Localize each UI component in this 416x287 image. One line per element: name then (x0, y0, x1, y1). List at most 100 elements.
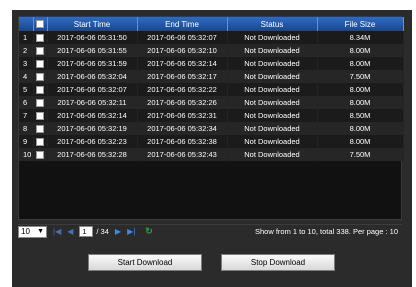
row-select-cell[interactable] (33, 109, 48, 122)
status-cell: Not Downloaded (227, 83, 318, 96)
page-size-select[interactable]: 10 ▼ (18, 225, 47, 238)
table-header-row: Start Time End Time Status File Size (19, 17, 404, 31)
status-cell: Not Downloaded (227, 122, 318, 135)
row-select-cell[interactable] (33, 135, 48, 148)
select-all-checkbox[interactable] (36, 20, 44, 29)
table-row[interactable]: 8 2017-06-06 05:32:19 2017-06-06 05:32:3… (19, 122, 404, 135)
column-header-end-time[interactable]: End Time (137, 17, 228, 31)
row-checkbox[interactable] (36, 125, 44, 133)
row-select-cell[interactable] (33, 122, 48, 135)
row-select-cell[interactable] (33, 148, 48, 161)
row-checkbox[interactable] (36, 138, 44, 146)
row-select-cell[interactable] (33, 31, 48, 44)
row-number: 9 (19, 135, 34, 148)
page-number-input[interactable]: 1 (79, 226, 94, 237)
file-size-cell: 7.50M (317, 70, 404, 83)
row-checkbox[interactable] (36, 60, 44, 68)
row-number: 2 (19, 44, 34, 57)
row-select-cell[interactable] (33, 96, 48, 109)
table-row[interactable]: 7 2017-06-06 05:32:14 2017-06-06 05:32:3… (19, 109, 404, 122)
table-row[interactable]: 3 2017-06-06 05:31:59 2017-06-06 05:32:1… (19, 57, 404, 70)
row-checkbox[interactable] (36, 151, 44, 159)
row-checkbox[interactable] (36, 99, 44, 107)
status-cell: Not Downloaded (227, 109, 318, 122)
start-time-cell: 2017-06-06 05:31:59 (47, 57, 138, 70)
row-select-cell[interactable] (33, 70, 48, 83)
row-checkbox[interactable] (36, 47, 44, 55)
row-checkbox[interactable] (36, 86, 44, 94)
column-header-file-size[interactable]: File Size (317, 17, 404, 31)
status-cell: Not Downloaded (227, 135, 318, 148)
end-time-cell: 2017-06-06 05:32:34 (137, 122, 228, 135)
next-page-icon[interactable]: ▶ (115, 227, 121, 236)
start-download-button[interactable]: Start Download (88, 254, 202, 271)
end-time-cell: 2017-06-06 05:32:22 (137, 83, 228, 96)
status-cell: Not Downloaded (227, 57, 318, 70)
paging-info-text: Show from 1 to 10, total 338. Per page :… (254, 227, 398, 236)
row-number: 5 (19, 83, 34, 96)
file-size-cell: 8.50M (317, 109, 404, 122)
end-time-cell: 2017-06-06 05:32:07 (137, 31, 228, 44)
row-number-header (19, 17, 34, 31)
status-cell: Not Downloaded (227, 44, 318, 57)
table-row[interactable]: 10 2017-06-06 05:32:28 2017-06-06 05:32:… (19, 148, 404, 161)
row-number: 1 (19, 31, 34, 44)
record-grid: Start Time End Time Status File Size 1 2… (18, 16, 404, 220)
row-number: 10 (19, 148, 34, 161)
refresh-icon[interactable]: ↻ (145, 226, 153, 237)
table-row[interactable]: 2 2017-06-06 05:31:55 2017-06-06 05:32:1… (19, 44, 404, 57)
end-time-cell: 2017-06-06 05:32:26 (137, 96, 228, 109)
table-row[interactable]: 9 2017-06-06 05:32:23 2017-06-06 05:32:3… (19, 135, 404, 148)
end-time-cell: 2017-06-06 05:32:14 (137, 57, 228, 70)
total-pages-label: / 34 (96, 227, 109, 236)
end-time-cell: 2017-06-06 05:32:31 (137, 109, 228, 122)
row-select-cell[interactable] (33, 44, 48, 57)
file-size-cell: 8.34M (317, 31, 404, 44)
row-number: 4 (19, 70, 34, 83)
start-time-cell: 2017-06-06 05:32:23 (47, 135, 138, 148)
file-size-cell: 8.00M (317, 57, 404, 70)
start-time-cell: 2017-06-06 05:32:14 (47, 109, 138, 122)
status-cell: Not Downloaded (227, 31, 318, 44)
row-checkbox[interactable] (36, 73, 44, 81)
status-cell: Not Downloaded (227, 70, 318, 83)
start-time-cell: 2017-06-06 05:32:04 (47, 70, 138, 83)
table-row[interactable]: 4 2017-06-06 05:32:04 2017-06-06 05:32:1… (19, 70, 404, 83)
file-size-cell: 8.00M (317, 96, 404, 109)
record-table: Start Time End Time Status File Size 1 2… (19, 17, 404, 161)
table-row[interactable]: 6 2017-06-06 05:32:11 2017-06-06 05:32:2… (19, 96, 404, 109)
row-select-cell[interactable] (33, 83, 48, 96)
row-number: 8 (19, 122, 34, 135)
download-panel: Start Time End Time Status File Size 1 2… (12, 10, 412, 287)
last-page-icon[interactable]: ▶| (127, 227, 135, 236)
column-header-status[interactable]: Status (227, 17, 318, 31)
start-time-cell: 2017-06-06 05:32:28 (47, 148, 138, 161)
stop-download-button[interactable]: Stop Download (221, 254, 335, 271)
start-time-cell: 2017-06-06 05:32:11 (47, 96, 138, 109)
page-size-value: 10 (21, 227, 30, 236)
pagination-bar: 10 ▼ |◀ ◀ 1 / 34 ▶ ▶| ↻ Show from 1 to 1… (18, 224, 402, 238)
status-cell: Not Downloaded (227, 148, 318, 161)
end-time-cell: 2017-06-06 05:32:17 (137, 70, 228, 83)
row-select-cell[interactable] (33, 57, 48, 70)
select-all-header[interactable] (33, 17, 48, 31)
column-header-start-time[interactable]: Start Time (47, 17, 138, 31)
previous-page-icon[interactable]: ◀ (67, 227, 73, 236)
status-cell: Not Downloaded (227, 96, 318, 109)
table-row[interactable]: 5 2017-06-06 05:32:07 2017-06-06 05:32:2… (19, 83, 404, 96)
row-number: 3 (19, 57, 34, 70)
table-row[interactable]: 1 2017-06-06 05:31:50 2017-06-06 05:32:0… (19, 31, 404, 44)
row-checkbox[interactable] (36, 34, 44, 42)
file-size-cell: 8.00M (317, 44, 404, 57)
start-time-cell: 2017-06-06 05:32:07 (47, 83, 138, 96)
end-time-cell: 2017-06-06 05:32:10 (137, 44, 228, 57)
file-size-cell: 7.50M (317, 148, 404, 161)
row-checkbox[interactable] (36, 112, 44, 120)
first-page-icon[interactable]: |◀ (53, 227, 61, 236)
start-time-cell: 2017-06-06 05:31:55 (47, 44, 138, 57)
start-time-cell: 2017-06-06 05:32:19 (47, 122, 138, 135)
file-size-cell: 8.00M (317, 135, 404, 148)
file-size-cell: 8.00M (317, 122, 404, 135)
start-time-cell: 2017-06-06 05:31:50 (47, 31, 138, 44)
chevron-down-icon: ▼ (37, 228, 44, 235)
